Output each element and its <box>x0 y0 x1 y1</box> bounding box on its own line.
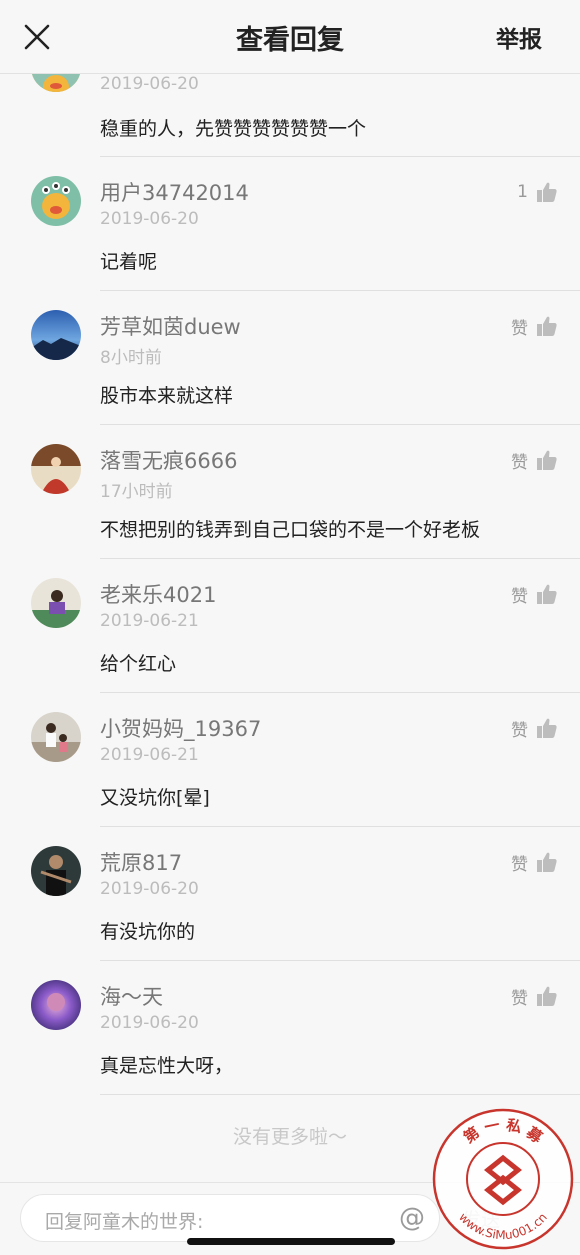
like-button[interactable]: 赞 <box>511 313 558 339</box>
reply-placeholder: 回复阿童木的世界: <box>45 1211 204 1233</box>
thumbs-up-icon <box>537 718 557 738</box>
reply-item: 落雪无痕6666 17小时前 不想把别的钱弄到自己口袋的不是一个好老板 赞 <box>0 425 580 559</box>
reply-content[interactable]: 真是忘性大呀， <box>100 1051 233 1078</box>
like-button[interactable]: 赞 <box>511 983 558 1009</box>
thumbs-up-icon <box>537 316 557 336</box>
reply-time: 2019-06-21 <box>100 611 199 631</box>
thumbs-up-icon <box>537 182 557 202</box>
thumbs-up-icon <box>537 584 557 604</box>
reply-time: 2019-06-21 <box>100 745 199 765</box>
like-label: 赞 <box>511 452 528 473</box>
reply-list: 2019-06-20 稳重的人，先赞赞赞赞赞赞一个 用户34742014 201… <box>0 42 580 1095</box>
avatar[interactable] <box>31 980 81 1030</box>
reply-content[interactable]: 稳重的人，先赞赞赞赞赞赞一个 <box>100 114 366 141</box>
reply-content[interactable]: 给个红心 <box>100 649 176 676</box>
reply-time: 17小时前 <box>100 482 173 502</box>
like-label: 赞 <box>511 988 528 1009</box>
reply-content[interactable]: 股市本来就这样 <box>100 381 233 408</box>
reply-item: 芳草如茵duew 8小时前 股市本来就这样 赞 <box>0 291 580 425</box>
reply-username[interactable]: 落雪无痕6666 <box>100 445 237 475</box>
reply-input[interactable]: 回复阿童木的世界: @ <box>20 1194 440 1242</box>
like-button[interactable]: 赞 <box>511 447 558 473</box>
like-button[interactable]: 赞 <box>511 849 558 875</box>
thumbs-up-icon <box>537 852 557 872</box>
at-icon[interactable]: @ <box>399 1203 425 1233</box>
like-button[interactable]: 1 <box>517 179 558 205</box>
reply-content[interactable]: 不想把别的钱弄到自己口袋的不是一个好老板 <box>100 515 480 542</box>
reply-username[interactable]: 荒原817 <box>100 847 182 877</box>
avatar[interactable] <box>31 578 81 628</box>
reply-username[interactable]: 小贺妈妈_19367 <box>100 713 261 743</box>
reply-item: 海～天 2019-06-20 真是忘性大呀， 赞 <box>0 961 580 1095</box>
reply-username[interactable]: 老来乐4021 <box>100 579 216 609</box>
like-button[interactable]: 赞 <box>511 715 558 741</box>
reply-time: 2019-06-20 <box>100 1013 199 1033</box>
reply-content[interactable]: 记着呢 <box>100 247 157 274</box>
avatar[interactable] <box>31 176 81 226</box>
report-button[interactable]: 举报 <box>496 20 542 54</box>
watermark-seal: 第 一 私 募 www.SiMu001.cn <box>432 1108 574 1250</box>
page-title: 查看回复 <box>236 25 344 56</box>
reply-content[interactable]: 又没坑你[晕] <box>100 783 210 810</box>
home-indicator <box>187 1238 395 1245</box>
reply-time: 2019-06-20 <box>100 209 199 229</box>
avatar[interactable] <box>31 310 81 360</box>
like-count: 1 <box>517 182 528 202</box>
thumbs-up-icon <box>537 450 557 470</box>
reply-time: 2019-06-20 <box>100 74 199 94</box>
reply-item: 2019-06-20 稳重的人，先赞赞赞赞赞赞一个 <box>0 42 580 157</box>
divider <box>100 1094 580 1095</box>
avatar[interactable] <box>31 712 81 762</box>
reply-item: 荒原817 2019-06-20 有没坑你的 赞 <box>0 827 580 961</box>
reply-item: 老来乐4021 2019-06-21 给个红心 赞 <box>0 559 580 693</box>
avatar[interactable] <box>31 444 81 494</box>
reply-username[interactable]: 用户34742014 <box>100 177 249 207</box>
like-label: 赞 <box>511 720 528 741</box>
reply-item: 用户34742014 2019-06-20 记着呢 1 <box>0 157 580 291</box>
like-label: 赞 <box>511 854 528 875</box>
like-label: 赞 <box>511 586 528 607</box>
like-label: 赞 <box>511 318 528 339</box>
thumbs-up-icon <box>537 986 557 1006</box>
reply-username[interactable]: 芳草如茵duew <box>100 311 241 341</box>
reply-item: 小贺妈妈_19367 2019-06-21 又没坑你[晕] 赞 <box>0 693 580 827</box>
like-button[interactable]: 赞 <box>511 581 558 607</box>
reply-time: 2019-06-20 <box>100 879 199 899</box>
reply-content[interactable]: 有没坑你的 <box>100 917 195 944</box>
reply-time: 8小时前 <box>100 348 162 368</box>
avatar[interactable] <box>31 846 81 896</box>
header-bar: 查看回复 举报 <box>0 0 580 74</box>
reply-username[interactable]: 海～天 <box>100 981 163 1011</box>
